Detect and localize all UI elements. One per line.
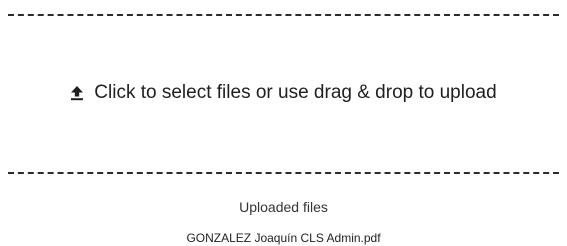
upload-icon [70,85,84,101]
file-dropzone[interactable]: Click to select files or use drag & drop… [8,14,559,174]
dropzone-content[interactable]: Click to select files or use drag & drop… [70,82,497,104]
uploaded-file-item[interactable]: GONZALEZ Joaquín CLS Admin.pdf [0,231,567,245]
dropzone-label: Click to select files or use drag & drop… [94,82,497,103]
uploaded-file-list: GONZALEZ Joaquín CLS Admin.pdf [0,231,567,245]
uploaded-files-title: Uploaded files [239,199,328,215]
